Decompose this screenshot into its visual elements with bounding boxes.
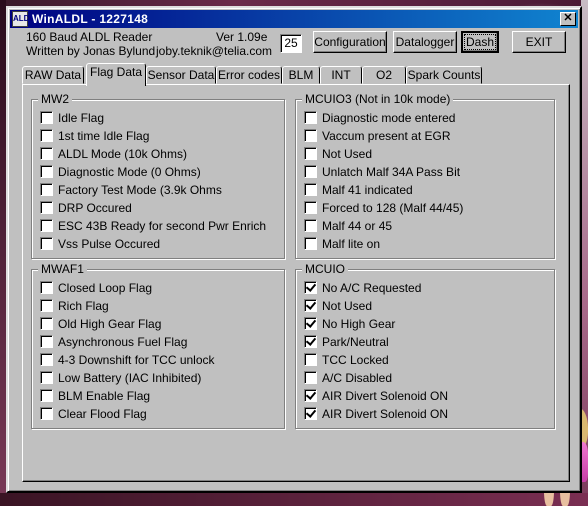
header-line-2: Written by Jonas Bylund — [26, 44, 156, 58]
checkbox[interactable] — [40, 299, 53, 312]
checkbox-label: Diagnostic mode entered — [322, 111, 456, 125]
checkbox[interactable] — [304, 371, 317, 384]
checkbox-label: 4-3 Downshift for TCC unlock — [58, 353, 215, 367]
group-title: MCUIO3 (Not in 10k mode) — [302, 92, 454, 106]
checkbox-label: Malf lite on — [322, 237, 381, 251]
group-title: MW2 — [38, 92, 72, 106]
checkbox-label: Forced to 128 (Malf 44/45) — [322, 201, 464, 215]
checkbox[interactable] — [304, 201, 317, 214]
checkbox-label: Malf 44 or 45 — [322, 219, 393, 233]
checkbox[interactable] — [40, 129, 53, 142]
checkbox-label: Asynchronous Fuel Flag — [58, 335, 188, 349]
group-mcuio: MCUIO No A/C Requested Not Used No High Ge… — [295, 262, 555, 429]
checkbox-label: Diagnostic Mode (0 Ohms) — [58, 165, 201, 179]
dash-button[interactable]: Dash — [461, 31, 499, 53]
counter-field[interactable]: 25 — [280, 34, 302, 53]
window-title: WinALDL - 1227148 — [32, 12, 149, 26]
checkbox-label: Closed Loop Flag — [58, 281, 153, 295]
email-label: joby.teknik@telia.com — [156, 44, 273, 58]
checkbox-label: ALDL Mode (10k Ohms) — [58, 147, 187, 161]
checkbox[interactable] — [304, 353, 317, 366]
checkbox-label: Not Used — [322, 299, 373, 313]
checkbox-label: Low Battery (IAC Inhibited) — [58, 371, 202, 385]
checkbox-label: Rich Flag — [58, 299, 109, 313]
checkbox-label: Malf 41 indicated — [322, 183, 413, 197]
checkbox[interactable] — [40, 407, 53, 420]
checkbox-label: Vaccum present at EGR — [322, 129, 451, 143]
checkbox[interactable] — [40, 317, 53, 330]
checkbox-label: No High Gear — [322, 317, 396, 331]
tab-o2[interactable]: O2 — [362, 66, 406, 84]
checkbox[interactable] — [304, 219, 317, 232]
tab-blm[interactable]: BLM — [282, 66, 320, 84]
tab-sensor-data[interactable]: Sensor Data — [146, 66, 216, 84]
checkbox-label: BLM Enable Flag — [58, 389, 151, 403]
checkbox[interactable] — [304, 299, 317, 312]
checkbox[interactable] — [304, 183, 317, 196]
checkbox-label: Vss Pulse Occured — [58, 237, 161, 251]
checkbox[interactable] — [304, 165, 317, 178]
checkbox-label: ESC 43B Ready for second Pwr Enrich — [58, 219, 267, 233]
checkbox[interactable] — [40, 237, 53, 250]
checkbox[interactable] — [40, 111, 53, 124]
checkbox[interactable] — [40, 353, 53, 366]
tab-int[interactable]: INT — [320, 66, 362, 84]
checkbox[interactable] — [40, 281, 53, 294]
checkbox-label: Clear Flood Flag — [58, 407, 147, 421]
checkbox-label: DRP Occured — [58, 201, 132, 215]
checkbox-label: No A/C Requested — [322, 281, 422, 295]
flag-data-panel: MW2 Idle Flag 1st time Idle Flag ALDL Mode… — [22, 84, 570, 482]
datalogger-button[interactable]: Datalogger — [393, 31, 457, 53]
group-mw2: MW2 Idle Flag 1st time Idle Flag ALDL Mode… — [31, 92, 285, 259]
checkbox-label: AIR Divert Solenoid ON — [322, 389, 449, 403]
checkbox[interactable] — [304, 147, 317, 160]
checkbox[interactable] — [304, 111, 317, 124]
tab-raw-data[interactable]: RAW Data — [22, 66, 84, 84]
group-mwaf1: MWAF1 Closed Loop Flag Rich Flag Old High … — [31, 262, 285, 429]
checkbox[interactable] — [40, 147, 53, 160]
checkbox[interactable] — [304, 317, 317, 330]
checkbox[interactable] — [40, 389, 53, 402]
group-title: MCUIO — [302, 262, 348, 276]
tab-spark-counts[interactable]: Spark Counts — [406, 66, 482, 84]
checkbox[interactable] — [40, 371, 53, 384]
checkbox[interactable] — [304, 129, 317, 142]
app-icon[interactable]: ALDL — [12, 11, 34, 27]
tab-flag-data[interactable]: Flag Data — [86, 63, 146, 86]
checkbox[interactable] — [40, 335, 53, 348]
checkbox-label: Factory Test Mode (3.9k Ohms — [58, 183, 222, 197]
checkbox[interactable] — [40, 201, 53, 214]
checkbox-label: Idle Flag — [58, 111, 105, 125]
configuration-button[interactable]: Configuration — [313, 31, 387, 53]
group-title: MWAF1 — [38, 262, 87, 276]
version-label: Ver 1.09e — [216, 30, 268, 44]
checkbox-label: A/C Disabled — [322, 371, 393, 385]
checkbox[interactable] — [304, 407, 317, 420]
checkbox[interactable] — [304, 281, 317, 294]
checkbox-label: Unlatch Malf 34A Pass Bit — [322, 165, 461, 179]
checkbox[interactable] — [304, 237, 317, 250]
desktop-edge-bottom — [0, 493, 588, 506]
tab-error-codes[interactable]: Error codes — [216, 66, 282, 84]
group-mcuio3: MCUIO3 (Not in 10k mode) Diagnostic mode… — [295, 92, 555, 259]
checkbox-label: AIR Divert Solenoid ON — [322, 407, 449, 421]
checkbox-label: Not Used — [322, 147, 373, 161]
checkbox[interactable] — [40, 183, 53, 196]
title-bar[interactable]: ALDL WinALDL - 1227148 ✕ — [10, 10, 578, 28]
checkbox-label: 1st time Idle Flag — [58, 129, 150, 143]
main-window: ALDL WinALDL - 1227148 ✕ 160 Baud ALDL R… — [6, 6, 582, 493]
close-button[interactable]: ✕ — [560, 12, 576, 26]
checkbox[interactable] — [304, 335, 317, 348]
checkbox-label: Park/Neutral — [322, 335, 389, 349]
header-line-1: 160 Baud ALDL Reader — [26, 30, 153, 44]
checkbox[interactable] — [40, 219, 53, 232]
checkbox[interactable] — [40, 165, 53, 178]
checkbox-label: Old High Gear Flag — [58, 317, 162, 331]
checkbox-label: TCC Locked — [322, 353, 389, 367]
checkbox[interactable] — [304, 389, 317, 402]
exit-button[interactable]: EXIT — [512, 31, 566, 53]
